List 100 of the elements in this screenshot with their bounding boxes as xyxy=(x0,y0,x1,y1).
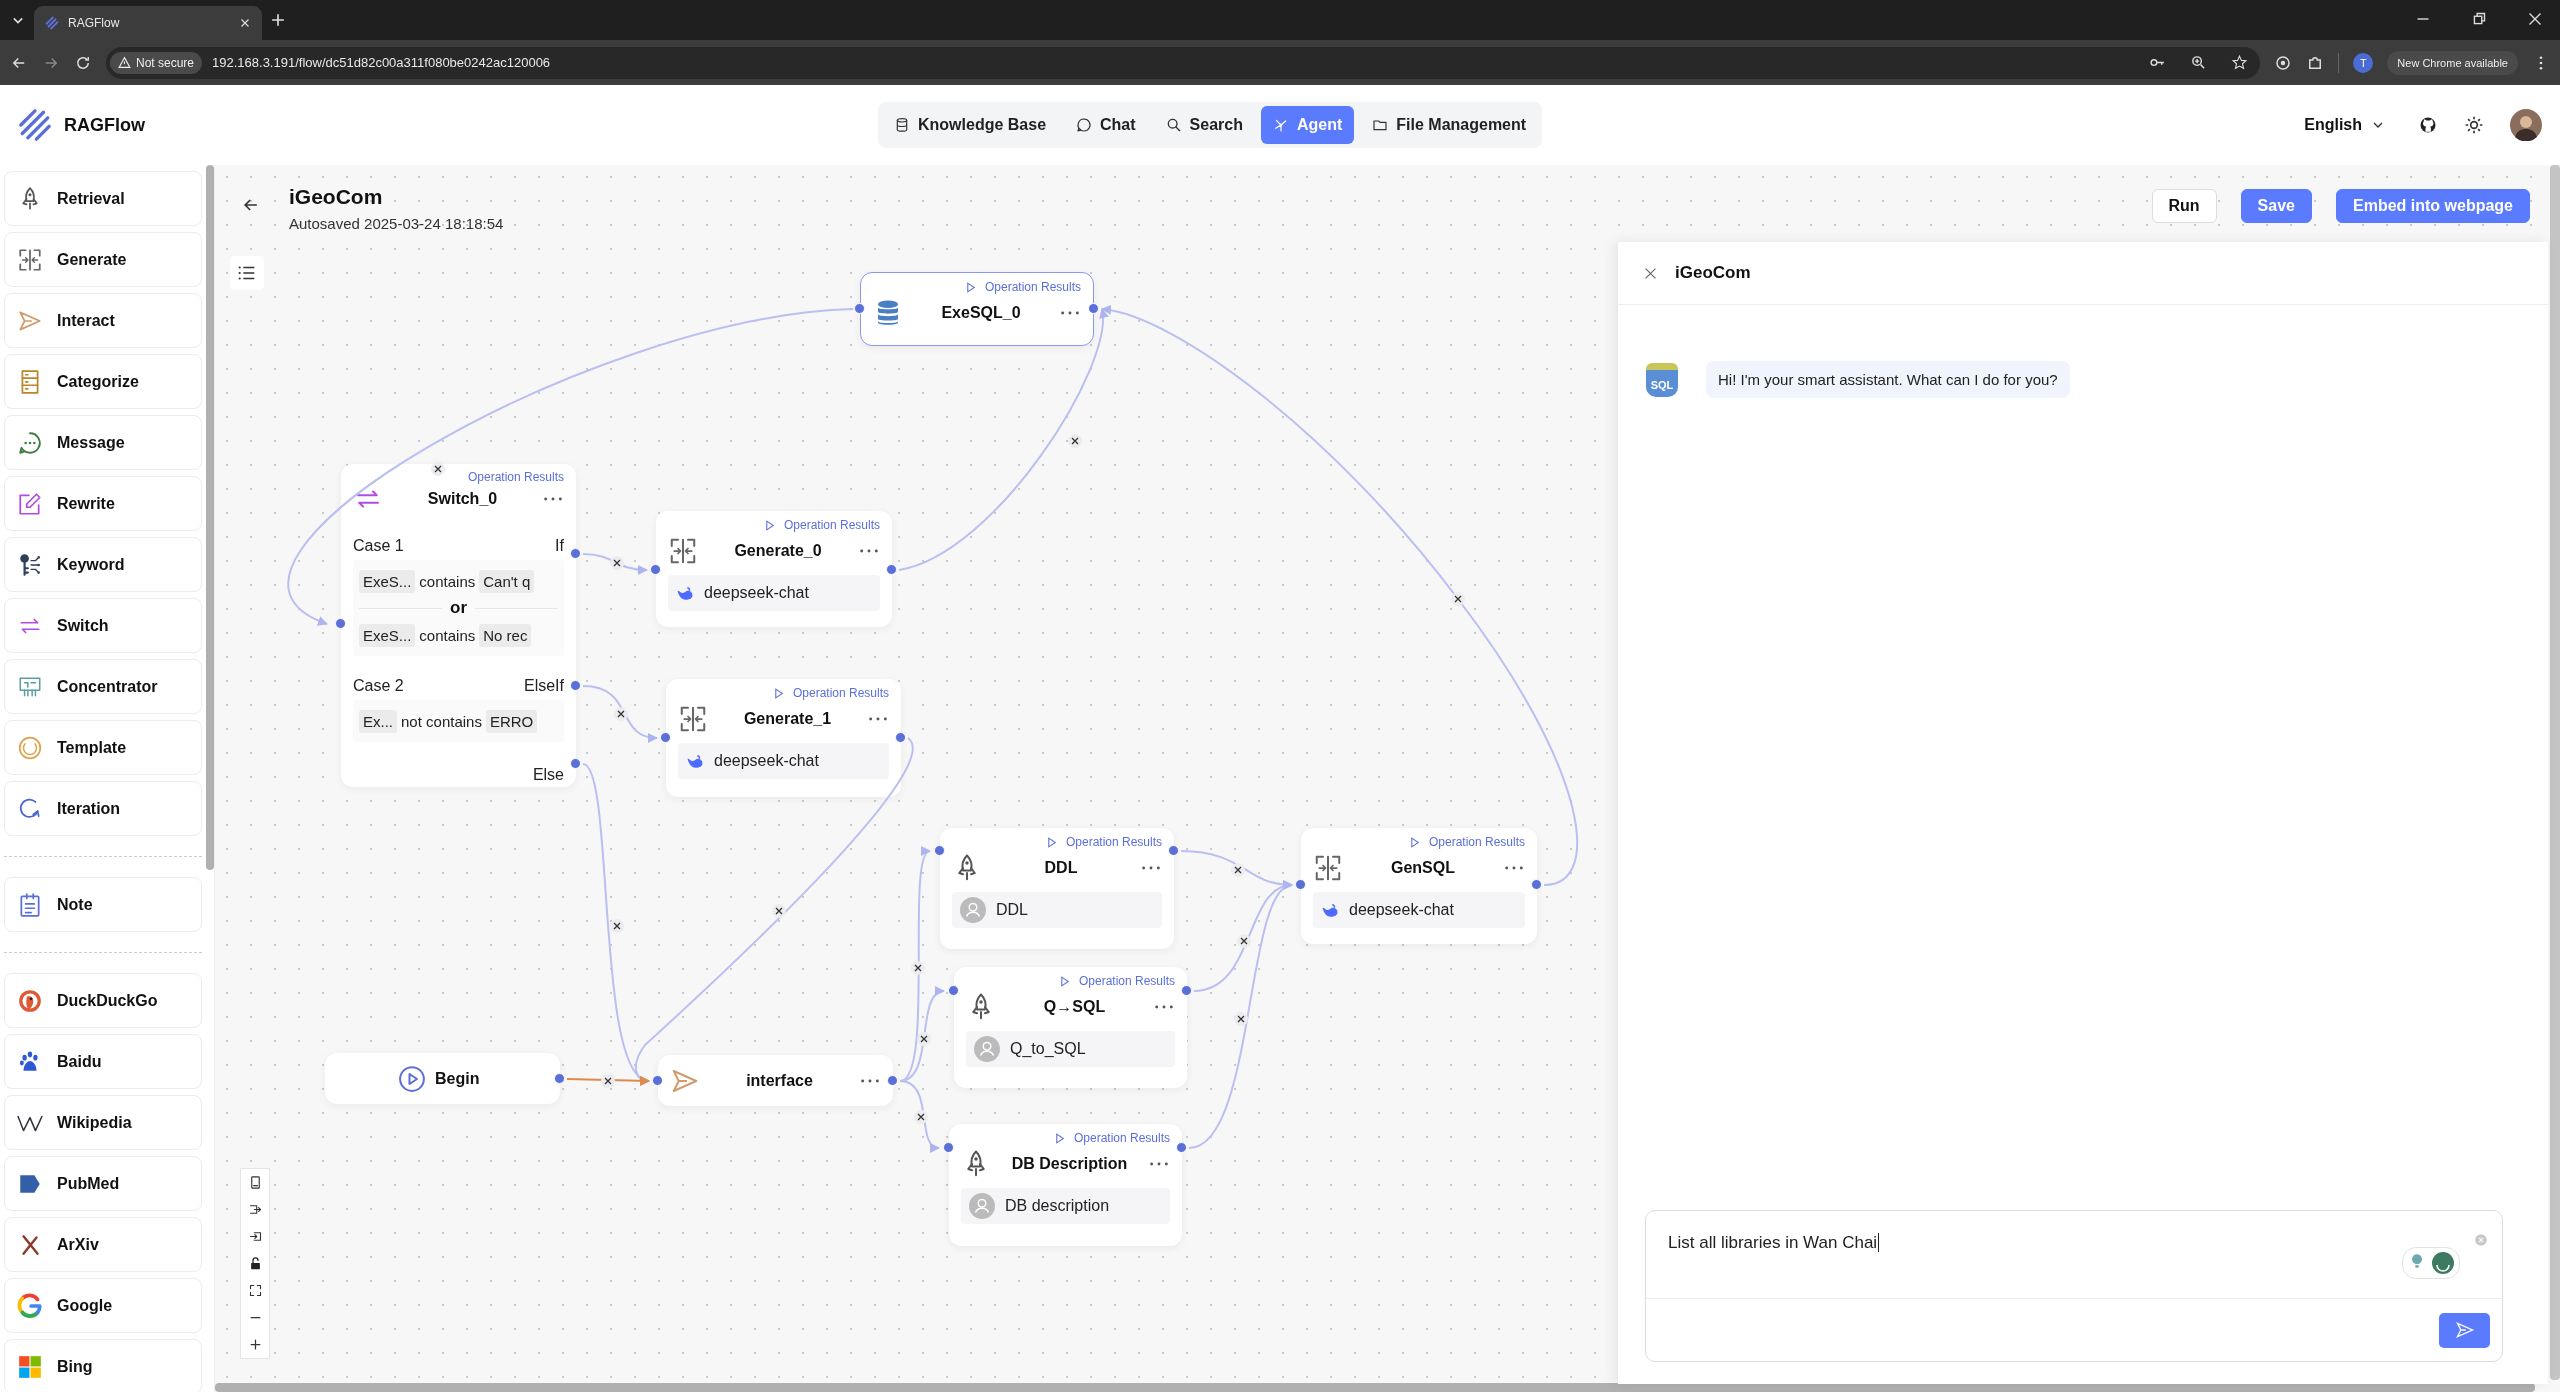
primary-button[interactable]: Embed into webpage xyxy=(2336,189,2530,223)
list-icon[interactable] xyxy=(230,256,264,290)
port-handle[interactable] xyxy=(934,845,945,856)
flow-node[interactable]: Begin xyxy=(325,1053,560,1104)
operation-results-link[interactable]: Operation Results xyxy=(783,518,880,532)
message-input[interactable]: List all libraries in Wan Chai xyxy=(1645,1210,2503,1362)
port-handle[interactable] xyxy=(335,618,346,629)
operation-results-link[interactable]: Operation Results xyxy=(792,686,889,700)
user-avatar[interactable] xyxy=(2510,109,2542,141)
port-handle[interactable] xyxy=(1295,879,1306,890)
port-handle[interactable] xyxy=(660,732,671,743)
flow-node[interactable]: Operation Results Switch_0 Case 1 If ExeS... contains Can't q or ExeS... contains No rec Case 2 ElseIf Ex... not contains ERRO Else xyxy=(341,464,576,787)
flow-node[interactable]: Operation Results Generate_1 deepseek-chat xyxy=(666,679,901,797)
component-item[interactable]: Switch xyxy=(4,598,202,653)
more-icon[interactable] xyxy=(542,495,564,503)
port-handle[interactable] xyxy=(652,1075,663,1086)
flow-node[interactable]: interface xyxy=(658,1055,893,1106)
connector[interactable] xyxy=(566,1074,650,1088)
flow-node[interactable]: Operation Results Q→SQL Q_to_SQL xyxy=(954,967,1187,1088)
flow-node[interactable]: Operation Results GenSQL deepseek-chat xyxy=(1301,828,1537,944)
operation-results-link[interactable]: Operation Results xyxy=(467,470,564,484)
url-text: 192.168.3.191/flow/dc51d82c00a311f080be0242ac120006 xyxy=(212,55,551,70)
operation-results-link[interactable]: Operation Results xyxy=(1065,835,1162,849)
nav-tab[interactable]: Agent xyxy=(1260,106,1355,144)
port-handle[interactable] xyxy=(943,1142,954,1153)
operation-results-link[interactable]: Operation Results xyxy=(1428,835,1525,849)
component-item[interactable]: Generate xyxy=(4,232,202,287)
nav-tab[interactable]: Search xyxy=(1153,106,1255,144)
port-handle[interactable] xyxy=(886,564,897,575)
scrollbar[interactable] xyxy=(206,165,214,870)
component-item[interactable]: Wikipedia xyxy=(4,1095,202,1150)
security-chip[interactable]: Not secure xyxy=(110,51,203,74)
component-item[interactable]: Iteration xyxy=(4,781,202,836)
language-selector[interactable]: English xyxy=(2298,115,2392,135)
port-handle[interactable] xyxy=(570,548,581,559)
port-handle[interactable] xyxy=(650,564,661,575)
operation-results-link[interactable]: Operation Results xyxy=(1073,1131,1170,1145)
operation-results-link[interactable]: Operation Results xyxy=(984,280,1081,294)
whale-icon xyxy=(686,752,704,770)
component-item[interactable]: Baidu xyxy=(4,1034,202,1089)
star-icon[interactable] xyxy=(2231,54,2249,71)
github-icon[interactable] xyxy=(2418,115,2438,135)
scrollbar[interactable] xyxy=(215,1383,2535,1392)
component-item[interactable]: Interact xyxy=(4,293,202,348)
more-icon[interactable] xyxy=(1503,864,1525,872)
import-icon[interactable] xyxy=(247,1202,263,1217)
nav-tab[interactable]: Knowledge Base xyxy=(882,106,1059,144)
port-handle[interactable] xyxy=(1168,845,1179,856)
port-handle[interactable] xyxy=(570,758,581,769)
port-handle[interactable] xyxy=(570,680,581,691)
flow-node[interactable]: Operation Results DB Description DB description xyxy=(949,1124,1182,1246)
address-bar[interactable]: Not secure 192.168.3.191/flow/dc51d82c00a311f080be0242ac120006 xyxy=(106,46,2261,79)
operator-label: contains xyxy=(419,572,476,590)
flow-node[interactable]: Operation Results DDL DDL xyxy=(940,828,1174,949)
fit-view-icon[interactable] xyxy=(247,1283,263,1298)
extension-badge[interactable] xyxy=(2402,1247,2460,1279)
flow-node[interactable]: Operation Results ExeSQL_0 xyxy=(860,272,1094,346)
more-icon[interactable] xyxy=(1140,864,1162,872)
primary-button[interactable]: Save xyxy=(2240,189,2312,223)
port-handle[interactable] xyxy=(948,985,959,996)
component-item[interactable]: PubMed xyxy=(4,1156,202,1211)
component-item[interactable]: Keyword xyxy=(4,537,202,592)
send-button[interactable] xyxy=(2439,1312,2490,1348)
port-handle[interactable] xyxy=(1531,879,1542,890)
port-handle[interactable] xyxy=(895,732,906,743)
operation-results-link[interactable]: Operation Results xyxy=(1078,974,1175,988)
export-icon[interactable] xyxy=(247,1229,263,1244)
port-handle[interactable] xyxy=(1088,303,1099,314)
more-icon[interactable] xyxy=(1059,309,1081,317)
nav-tab[interactable]: File Management xyxy=(1360,106,1539,144)
port-handle[interactable] xyxy=(887,1075,898,1086)
component-item[interactable]: Template xyxy=(4,720,202,775)
nav-tab[interactable]: Chat xyxy=(1064,106,1148,144)
component-item[interactable]: Bing xyxy=(4,1339,202,1392)
port-handle[interactable] xyxy=(854,303,865,314)
port-handle[interactable] xyxy=(1176,1142,1187,1153)
run-button[interactable]: Run xyxy=(2151,189,2217,223)
more-icon[interactable] xyxy=(1148,1160,1170,1168)
zoom-in-icon[interactable] xyxy=(247,1337,263,1352)
component-item[interactable]: Message xyxy=(4,415,202,470)
update-button[interactable]: New Chrome available xyxy=(2387,50,2518,75)
browser-tab[interactable]: RAGFlow xyxy=(34,6,262,40)
component-item[interactable]: Concentrator xyxy=(4,659,202,714)
extension-icon[interactable] xyxy=(2274,53,2293,72)
component-item[interactable]: Rewrite xyxy=(4,476,202,531)
component-item[interactable]: DuckDuckGo xyxy=(4,973,202,1028)
component-item[interactable]: ArXiv xyxy=(4,1217,202,1272)
more-icon[interactable] xyxy=(1153,1003,1175,1011)
component-item[interactable]: Retrieval xyxy=(4,171,202,226)
flow-node[interactable]: Operation Results Generate_0 deepseek-chat xyxy=(656,511,892,627)
more-icon[interactable] xyxy=(867,715,889,723)
sun-icon[interactable] xyxy=(2464,115,2484,135)
component-item[interactable]: Note xyxy=(4,877,202,932)
profile-avatar[interactable]: T xyxy=(2353,52,2374,73)
whale-icon xyxy=(676,584,694,602)
scrollbar[interactable] xyxy=(2550,165,2560,1380)
component-item[interactable]: Google xyxy=(4,1278,202,1333)
component-item[interactable]: Categorize xyxy=(4,354,202,409)
more-icon[interactable] xyxy=(858,547,880,555)
port-handle[interactable] xyxy=(554,1073,565,1084)
